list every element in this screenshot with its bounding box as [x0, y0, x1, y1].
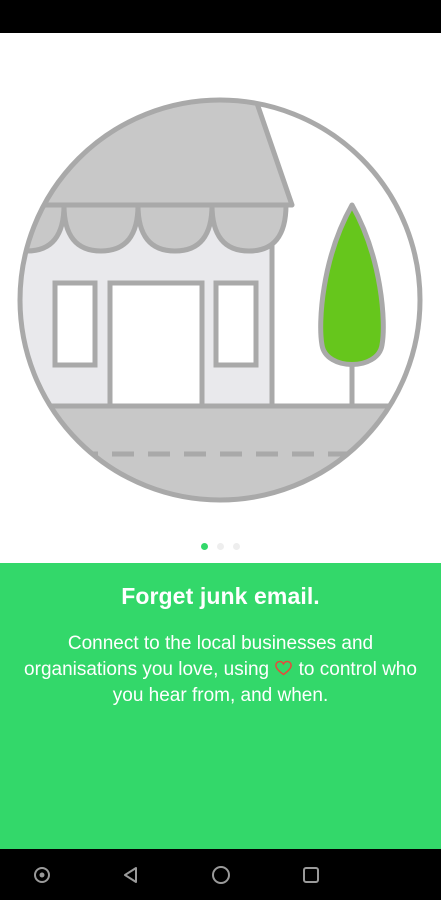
recents-icon[interactable] [299, 863, 323, 887]
shopfront-illustration [17, 97, 423, 503]
heart-outline-icon [275, 660, 293, 676]
back-icon[interactable] [119, 863, 143, 887]
shop-window-right [213, 280, 259, 368]
shop-door [107, 280, 205, 421]
onboarding-panel: Forget junk email. Connect to the local … [0, 563, 441, 849]
status-bar [0, 0, 441, 33]
page-indicator [0, 539, 441, 553]
onboarding-body: Connect to the local businesses and orga… [10, 631, 431, 709]
navigation-bar [0, 849, 441, 900]
home-icon[interactable] [209, 863, 233, 887]
page-dot[interactable] [217, 542, 224, 550]
hero-area [0, 33, 441, 563]
accessibility-icon[interactable] [30, 863, 54, 887]
page-dot[interactable] [233, 542, 240, 550]
onboarding-headline: Forget junk email. [121, 583, 320, 609]
page-dot-active[interactable] [201, 542, 208, 550]
shop-window-left [52, 280, 98, 368]
